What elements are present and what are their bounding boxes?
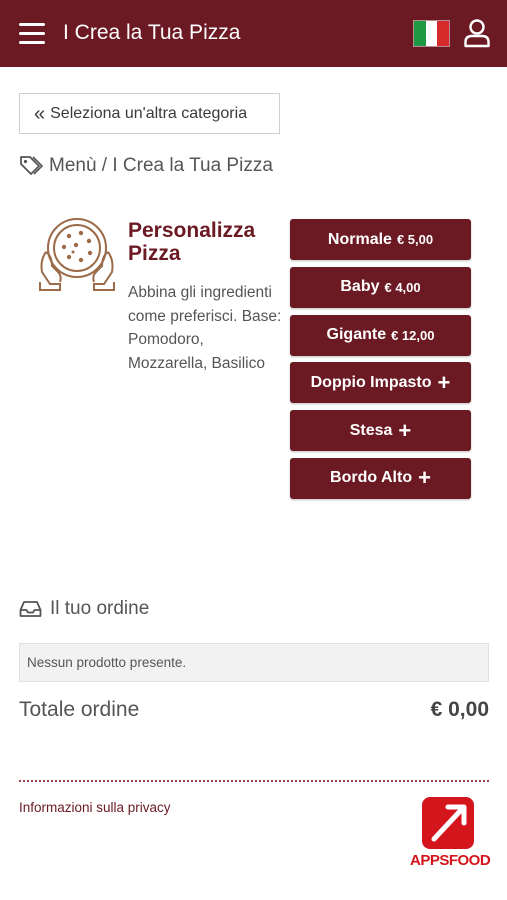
tag-icon bbox=[20, 156, 43, 175]
product-description: Abbina gli ingredienti come preferisci. … bbox=[128, 284, 282, 372]
inbox-icon bbox=[19, 601, 42, 617]
app-title: I Crea la Tua Pizza bbox=[63, 21, 241, 44]
pizza-options: Normale € 5,00 Baby € 4,00 Gigante € 12,… bbox=[290, 219, 471, 506]
option-label: Baby bbox=[340, 278, 380, 296]
double-chevron-left-icon: « bbox=[34, 102, 46, 125]
top-app-bar: I Crea la Tua Pizza bbox=[0, 0, 507, 67]
logo-text: APPSFOOD bbox=[410, 852, 491, 869]
plus-icon: + bbox=[398, 417, 412, 443]
pizza-hands-icon bbox=[39, 218, 115, 291]
privacy-link[interactable]: Informazioni sulla privacy bbox=[19, 800, 171, 815]
option-label: Gigante bbox=[326, 326, 387, 344]
option-doppio-impasto-button[interactable]: Doppio Impasto + bbox=[290, 362, 471, 404]
option-stesa-button[interactable]: Stesa + bbox=[290, 410, 471, 452]
option-normale-button[interactable]: Normale € 5,00 bbox=[290, 219, 471, 260]
option-price: € 12,00 bbox=[391, 327, 435, 343]
option-label: Stesa bbox=[349, 421, 393, 439]
plus-icon: + bbox=[418, 465, 431, 491]
user-icon[interactable] bbox=[463, 18, 491, 48]
option-label: Doppio Impasto bbox=[310, 373, 432, 391]
breadcrumb: Menù / I Crea la Tua Pizza bbox=[19, 155, 273, 177]
order-heading: Il tuo ordine bbox=[19, 598, 149, 620]
plus-icon: + bbox=[437, 369, 451, 395]
empty-cart-message: Nessun prodotto presente. bbox=[19, 643, 489, 682]
option-label: Bordo Alto bbox=[330, 469, 413, 487]
back-button-label: Seleziona un'altra categoria bbox=[50, 104, 248, 122]
hamburger-icon[interactable] bbox=[19, 23, 45, 45]
footer-divider bbox=[19, 780, 489, 782]
order-heading-text: Il tuo ordine bbox=[50, 598, 150, 619]
option-gigante-button[interactable]: Gigante € 12,00 bbox=[290, 314, 471, 356]
back-to-categories-button[interactable]: « Seleziona un'altra categoria bbox=[19, 93, 280, 134]
option-price: € 4,00 bbox=[384, 279, 421, 295]
product-title: Personalizza Pizza bbox=[128, 219, 256, 265]
breadcrumb-text: Menù / I Crea la Tua Pizza bbox=[49, 155, 273, 176]
total-value: € 0,00 bbox=[430, 698, 489, 721]
option-bordo-alto-button[interactable]: Bordo Alto + bbox=[290, 457, 471, 499]
italy-flag-icon[interactable] bbox=[413, 20, 450, 47]
option-price: € 5,00 bbox=[396, 232, 434, 247]
option-label: Normale bbox=[327, 230, 392, 248]
total-label: Totale ordine bbox=[19, 698, 140, 721]
option-baby-button[interactable]: Baby € 4,00 bbox=[290, 266, 471, 308]
